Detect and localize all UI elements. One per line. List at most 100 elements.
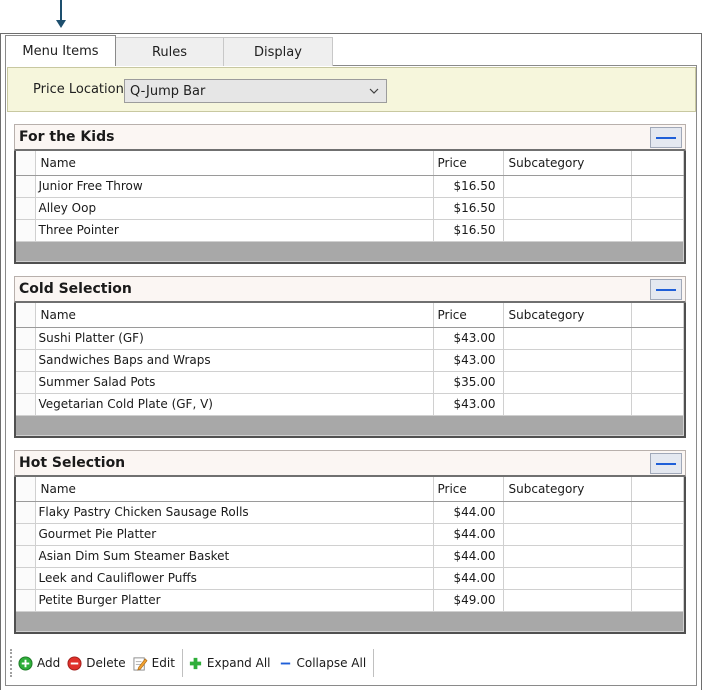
item-subcategory[interactable] (503, 371, 632, 394)
delete-label: Delete (86, 656, 126, 670)
item-name[interactable]: Gourmet Pie Platter (35, 523, 434, 546)
column-header-subcategory[interactable]: Subcategory (503, 151, 632, 176)
row-selector[interactable] (16, 371, 36, 394)
edit-button[interactable]: Edit (133, 656, 175, 671)
table-row[interactable]: Sandwiches Baps and Wraps $43.00 (16, 349, 684, 372)
item-price[interactable]: $16.50 (433, 197, 504, 220)
item-name[interactable]: Leek and Cauliflower Puffs (35, 567, 434, 590)
item-name[interactable]: Sandwiches Baps and Wraps (35, 349, 434, 372)
item-price[interactable]: $43.00 (433, 349, 504, 372)
item-name[interactable]: Summer Salad Pots (35, 371, 434, 394)
item-price[interactable]: $49.00 (433, 589, 504, 612)
column-header-name[interactable]: Name (35, 151, 434, 176)
item-price[interactable]: $43.00 (433, 327, 504, 350)
item-name[interactable]: Three Pointer (35, 219, 434, 242)
collapse-all-button[interactable]: Collapse All (278, 656, 366, 671)
row-selector[interactable] (16, 545, 36, 568)
item-subcategory[interactable] (503, 327, 632, 350)
collapse-icon (656, 462, 676, 465)
column-header-price[interactable]: Price (433, 477, 504, 502)
row-selector[interactable] (16, 175, 36, 198)
item-price[interactable]: $16.50 (433, 175, 504, 198)
table-row[interactable]: Gourmet Pie Platter $44.00 (16, 523, 684, 546)
collapse-section-button[interactable] (650, 279, 682, 300)
expand-all-button[interactable]: Expand All (188, 656, 271, 671)
item-name[interactable]: Asian Dim Sum Steamer Basket (35, 545, 434, 568)
item-subcategory[interactable] (503, 523, 632, 546)
item-price[interactable]: $44.00 (433, 545, 504, 568)
item-subcategory[interactable] (503, 393, 632, 416)
item-price[interactable]: $43.00 (433, 393, 504, 416)
row-selector[interactable] (16, 523, 36, 546)
column-header-name[interactable]: Name (35, 303, 434, 328)
row-selector[interactable] (16, 197, 36, 220)
item-name[interactable]: Petite Burger Platter (35, 589, 434, 612)
column-header-price[interactable]: Price (433, 151, 504, 176)
table-row[interactable]: Sushi Platter (GF) $43.00 (16, 327, 684, 350)
column-header-price[interactable]: Price (433, 303, 504, 328)
item-subcategory[interactable] (503, 545, 632, 568)
add-label: Add (37, 656, 61, 670)
section-hot-selection: Hot Selection Name Price Subcategory Fla… (14, 450, 686, 634)
item-price[interactable]: $35.00 (433, 371, 504, 394)
table-row[interactable]: Petite Burger Platter $49.00 (16, 589, 684, 612)
delete-button[interactable]: Delete (67, 655, 126, 671)
table-row[interactable]: Junior Free Throw $16.50 (16, 175, 684, 198)
column-header-extra (631, 303, 684, 328)
row-selector[interactable] (16, 589, 36, 612)
row-selector[interactable] (16, 567, 36, 590)
table-row[interactable]: Flaky Pastry Chicken Sausage Rolls $44.0… (16, 501, 684, 524)
tab-menu-items[interactable]: Menu Items (5, 35, 116, 66)
item-subcategory[interactable] (503, 501, 632, 524)
table-row[interactable]: Alley Oop $16.50 (16, 197, 684, 220)
table-row[interactable]: Asian Dim Sum Steamer Basket $44.00 (16, 545, 684, 568)
item-subcategory[interactable] (503, 589, 632, 612)
chevron-down-icon (369, 88, 379, 94)
delete-icon (67, 655, 82, 671)
tab-display[interactable]: Display (223, 37, 333, 66)
column-header-subcategory[interactable]: Subcategory (503, 477, 632, 502)
column-header-name[interactable]: Name (35, 477, 434, 502)
item-name[interactable]: Flaky Pastry Chicken Sausage Rolls (35, 501, 434, 524)
price-location-select[interactable]: Q-Jump Bar (124, 79, 387, 103)
row-selector[interactable] (16, 349, 36, 372)
item-price[interactable]: $44.00 (433, 523, 504, 546)
item-subcategory[interactable] (503, 197, 632, 220)
item-price[interactable]: $16.50 (433, 219, 504, 242)
item-subcategory[interactable] (503, 175, 632, 198)
collapse-icon (656, 288, 676, 291)
item-extra (631, 567, 684, 590)
grid-footer (16, 241, 684, 262)
item-price[interactable]: $44.00 (433, 567, 504, 590)
add-button[interactable]: Add (18, 655, 61, 671)
table-row[interactable]: Vegetarian Cold Plate (GF, V) $43.00 (16, 393, 684, 416)
item-name[interactable]: Sushi Platter (GF) (35, 327, 434, 350)
item-name[interactable]: Vegetarian Cold Plate (GF, V) (35, 393, 434, 416)
item-name[interactable]: Junior Free Throw (35, 175, 434, 198)
column-header-subcategory[interactable]: Subcategory (503, 303, 632, 328)
collapse-section-button[interactable] (650, 127, 682, 148)
section-cold-selection: Cold Selection Name Price Subcategory Su… (14, 276, 686, 438)
table-row[interactable]: Leek and Cauliflower Puffs $44.00 (16, 567, 684, 590)
row-selector-header (16, 303, 36, 328)
tab-strip: Menu Items Rules Display (5, 35, 333, 66)
row-selector[interactable] (16, 393, 36, 416)
items-grid: Name Price Subcategory Sushi Platter (GF… (14, 303, 686, 438)
row-selector[interactable] (16, 501, 36, 524)
bottom-toolbar: Add Delete Edit Expand All Collapse All (10, 646, 379, 680)
tab-rules[interactable]: Rules (115, 37, 224, 66)
item-subcategory[interactable] (503, 349, 632, 372)
table-row[interactable]: Three Pointer $16.50 (16, 219, 684, 242)
toolbar-separator (181, 649, 183, 677)
item-name[interactable]: Alley Oop (35, 197, 434, 220)
item-subcategory[interactable] (503, 219, 632, 242)
row-selector[interactable] (16, 219, 36, 242)
table-row[interactable]: Summer Salad Pots $35.00 (16, 371, 684, 394)
toolbar-grip[interactable] (10, 649, 13, 677)
item-subcategory[interactable] (503, 567, 632, 590)
collapse-section-button[interactable] (650, 453, 682, 474)
grid-footer (16, 611, 684, 632)
row-selector[interactable] (16, 327, 36, 350)
section-title: Cold Selection (19, 281, 132, 297)
item-price[interactable]: $44.00 (433, 501, 504, 524)
